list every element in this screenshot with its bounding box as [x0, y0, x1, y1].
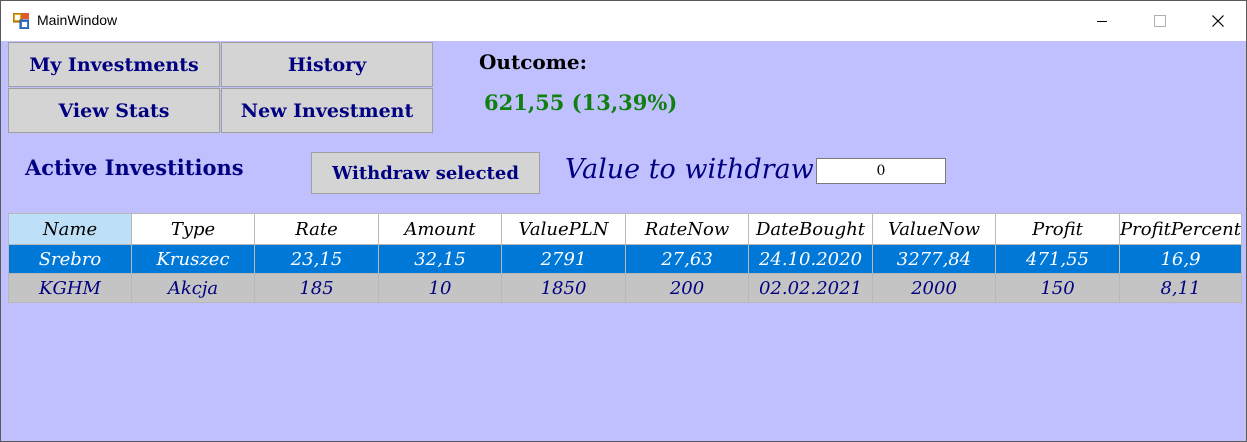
- client-area: My Investments History View Stats New In…: [1, 41, 1246, 441]
- column-header-amount[interactable]: Amount: [378, 213, 502, 245]
- table-cell[interactable]: 16,9: [1119, 244, 1242, 274]
- table-cell[interactable]: Srebro: [8, 244, 132, 274]
- table-cell[interactable]: 2000: [872, 273, 996, 303]
- column-header-name[interactable]: Name: [8, 213, 132, 245]
- minimize-icon: [1097, 21, 1107, 22]
- table-cell[interactable]: 2791: [501, 244, 626, 274]
- new-investment-button[interactable]: New Investment: [221, 88, 433, 133]
- column-header-valuenow[interactable]: ValueNow: [872, 213, 996, 245]
- table-cell[interactable]: 150: [995, 273, 1120, 303]
- table-cell[interactable]: 24.10.2020: [748, 244, 873, 274]
- column-header-profit[interactable]: Profit: [995, 213, 1120, 245]
- value-to-withdraw-label: Value to withdraw: [565, 154, 814, 185]
- minimize-button[interactable]: [1073, 1, 1131, 41]
- withdraw-value-input[interactable]: [816, 158, 946, 184]
- my-investments-button[interactable]: My Investments: [8, 42, 220, 87]
- table-header-row: Name Type Rate Amount ValuePLN RateNow D…: [8, 213, 1242, 245]
- history-button[interactable]: History: [221, 42, 433, 87]
- maximize-button[interactable]: [1131, 1, 1189, 41]
- column-header-valuepln[interactable]: ValuePLN: [501, 213, 626, 245]
- close-button[interactable]: [1189, 1, 1246, 41]
- view-stats-button[interactable]: View Stats: [8, 88, 220, 133]
- table-cell[interactable]: 1850: [501, 273, 626, 303]
- column-header-profitpercent[interactable]: ProfitPercent: [1119, 213, 1242, 245]
- table-cell[interactable]: 02.02.2021: [748, 273, 873, 303]
- close-icon: [1212, 15, 1224, 27]
- withdraw-selected-button[interactable]: Withdraw selected: [311, 152, 540, 194]
- table-cell[interactable]: 10: [378, 273, 502, 303]
- table-cell[interactable]: Kruszec: [131, 244, 255, 274]
- table-cell[interactable]: 200: [625, 273, 749, 303]
- table-cell[interactable]: 32,15: [378, 244, 502, 274]
- column-header-ratenow[interactable]: RateNow: [625, 213, 749, 245]
- active-investitions-label: Active Investitions: [25, 155, 244, 180]
- title-bar[interactable]: MainWindow: [1, 1, 1246, 41]
- table-row[interactable]: KGHM Akcja 185 10 1850 200 02.02.2021 20…: [8, 273, 1242, 303]
- column-header-type[interactable]: Type: [131, 213, 255, 245]
- outcome-label: Outcome:: [479, 50, 587, 74]
- investments-table: Name Type Rate Amount ValuePLN RateNow D…: [8, 213, 1242, 303]
- column-header-rate[interactable]: Rate: [254, 213, 379, 245]
- main-window: MainWindow My Investments History View S…: [0, 0, 1247, 442]
- column-header-datebought[interactable]: DateBought: [748, 213, 873, 245]
- table-cell[interactable]: 27,63: [625, 244, 749, 274]
- table-row[interactable]: Srebro Kruszec 23,15 32,15 2791 27,63 24…: [8, 244, 1242, 274]
- maximize-icon: [1154, 15, 1166, 27]
- table-cell[interactable]: KGHM: [8, 273, 132, 303]
- table-cell[interactable]: 8,11: [1119, 273, 1242, 303]
- table-cell[interactable]: 185: [254, 273, 379, 303]
- table-cell[interactable]: Akcja: [131, 273, 255, 303]
- app-icon: [13, 13, 29, 29]
- table-cell[interactable]: 23,15: [254, 244, 379, 274]
- table-cell[interactable]: 471,55: [995, 244, 1120, 274]
- table-cell[interactable]: 3277,84: [872, 244, 996, 274]
- outcome-value: 621,55 (13,39%): [484, 90, 678, 115]
- window-title: MainWindow: [37, 12, 118, 28]
